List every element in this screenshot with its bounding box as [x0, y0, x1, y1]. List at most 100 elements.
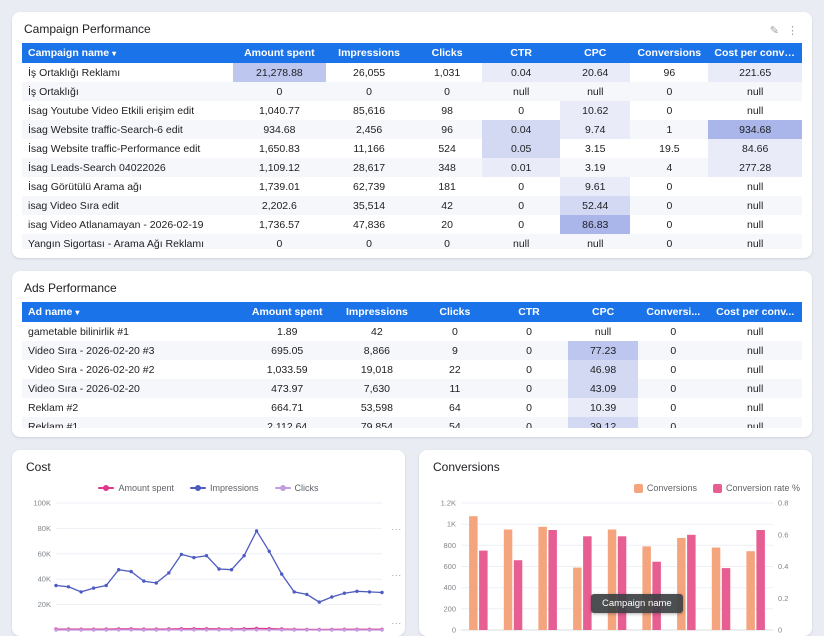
- ads-panel-title: Ads Performance: [24, 281, 117, 295]
- value-cell: 0: [366, 237, 372, 250]
- column-header[interactable]: Impressions: [326, 43, 412, 63]
- cost-line-chart[interactable]: 20K40K60K80K100KFeb 20Feb 24Feb 28Mar 4M…: [24, 497, 392, 636]
- value-cell: 0: [366, 85, 372, 98]
- value-cell: 79,854: [360, 420, 393, 429]
- value-cell: 0: [276, 237, 283, 250]
- value-cell: 0.04: [482, 63, 561, 82]
- legend-item[interactable]: Conversion rate %: [712, 483, 800, 493]
- legend-item[interactable]: Amount spent: [98, 483, 174, 493]
- column-header[interactable]: Amount spent: [240, 302, 334, 322]
- column-header[interactable]: CTR: [482, 43, 561, 63]
- more-options-icon[interactable]: ⋮: [787, 26, 798, 37]
- table-row[interactable]: Reklam #1 2,112.64 79,854 54 0 39.12 0 null: [22, 417, 802, 428]
- column-header[interactable]: CPC: [560, 43, 631, 63]
- column-header[interactable]: Cost per conv...: [708, 302, 802, 322]
- table-row[interactable]: İsag Youtube Video Etkili erişim edit 1,0…: [22, 101, 802, 120]
- table-row[interactable]: isag Video Atlanamayan - 2026-02-19 1,736…: [22, 215, 802, 234]
- column-header[interactable]: Cost per conver...: [708, 43, 802, 63]
- conversions-panel-title: Conversions: [433, 460, 500, 474]
- table-row[interactable]: gametable bilinirlik #1 1.89 42 0 0 null 0 null: [22, 322, 802, 341]
- value-cell: 2,456: [355, 123, 383, 136]
- value-cell: 28,617: [353, 161, 386, 174]
- value-cell: 0: [670, 325, 677, 338]
- conversions-chart-legend: Conversions Conversion rate %: [431, 481, 800, 495]
- value-cell: null: [747, 218, 764, 231]
- column-header[interactable]: Clicks: [419, 302, 490, 322]
- ads-table: Ad name ▾ Amount spent Impressions Clicks CTR…: [22, 302, 802, 428]
- value-cell: 277.28: [708, 158, 802, 177]
- value-cell: 4: [666, 161, 673, 174]
- value-cell: 9.74: [560, 120, 631, 139]
- column-header[interactable]: Clicks: [411, 43, 483, 63]
- table-row[interactable]: Video Sıra - 2026-02-20 #2 1,033.59 19,018…: [22, 360, 802, 379]
- column-header[interactable]: CPC: [567, 302, 639, 322]
- table-row[interactable]: İş Ortaklığı 0 0 0 null null 0 null: [22, 82, 802, 101]
- table-row[interactable]: İsag Leads-Search 04022026 1,109.12 28,617…: [22, 158, 802, 177]
- table-header-row: Ad name ▾ Amount spent Impressions Clicks CTR…: [22, 302, 802, 322]
- column-header[interactable]: Conversions: [630, 43, 709, 63]
- value-cell: 1,736.57: [258, 218, 300, 231]
- edit-icon[interactable]: ✎: [770, 26, 779, 37]
- table-row[interactable]: İsag Görütülü Arama ağı 1,739.01 62,739 181…: [22, 177, 802, 196]
- table-row[interactable]: İsag Website traffic-Search-6 edit 934.68…: [22, 120, 802, 139]
- value-cell: 3.15: [585, 142, 606, 155]
- table-row[interactable]: Video Sıra - 2026-02-20 #3 695.05 8,866 9 0 7…: [22, 341, 802, 360]
- row-name-cell: İsag Youtube Video Etkili erişim edit: [28, 104, 195, 117]
- table-row[interactable]: İş Ortaklığı Reklamı 21,278.88 26,055 1,031…: [22, 63, 802, 82]
- table-row[interactable]: İsag Website traffic-Performance edit 1,6…: [22, 139, 802, 158]
- campaign-table-scroll-area[interactable]: Campaign name ▾ Amount spent Impressions Cli…: [22, 43, 802, 249]
- value-cell: null: [587, 85, 604, 98]
- column-header[interactable]: Conversi...: [638, 302, 709, 322]
- value-cell: null: [747, 344, 764, 357]
- table-row[interactable]: isag Video Sıra edit 2,202.6 35,514 42 0 52.4…: [22, 196, 802, 215]
- legend-marker-icon: [190, 485, 207, 491]
- legend-item[interactable]: Clicks: [274, 483, 319, 493]
- ads-performance-panel: Ads Performance Ad name ▾ Amount spent Impr…: [12, 271, 812, 437]
- table-row[interactable]: Yangın Sigortası - Arama Ağı Reklamı 0 0 0 n…: [22, 234, 802, 249]
- value-cell: 0: [666, 180, 673, 193]
- value-cell: 20: [441, 218, 453, 231]
- svg-text:0.2: 0.2: [778, 594, 788, 603]
- table-row[interactable]: Video Sıra - 2026-02-20 473.97 7,630 11 0 43.…: [22, 379, 802, 398]
- svg-text:20K: 20K: [38, 600, 51, 609]
- conversions-bar-chart[interactable]: 02004006008001K1.2K00.20.40.60.8Mar 1, 2…: [431, 497, 799, 636]
- campaign-panel-title: Campaign Performance: [24, 22, 151, 36]
- value-cell: 1: [666, 123, 673, 136]
- table-row[interactable]: Reklam #2 664.71 53,598 64 0 10.39 0 null: [22, 398, 802, 417]
- value-cell: 98: [441, 104, 453, 117]
- value-cell: 3.19: [585, 161, 606, 174]
- column-header[interactable]: Amount spent: [232, 43, 327, 63]
- legend-item[interactable]: Conversions: [633, 483, 697, 493]
- value-cell: 695.05: [271, 344, 304, 357]
- value-cell: 0: [526, 401, 532, 414]
- charts-row: Cost Amount spent Impressions Clicks 20K 40…: [12, 450, 812, 636]
- legend-item[interactable]: Impressions: [190, 483, 259, 493]
- value-cell: 0: [444, 237, 450, 250]
- column-header[interactable]: CTR: [489, 302, 568, 322]
- row-name-cell: Reklam #1: [28, 420, 79, 429]
- value-cell: 47,836: [353, 218, 386, 231]
- sort-desc-icon[interactable]: ▾: [112, 49, 116, 58]
- column-header[interactable]: Campaign name ▾: [22, 43, 233, 63]
- sort-desc-icon[interactable]: ▾: [75, 308, 79, 317]
- value-cell: 9.61: [560, 177, 631, 196]
- value-cell: 42: [371, 325, 383, 338]
- value-cell: 0: [670, 420, 677, 429]
- legend-label: Amount spent: [118, 483, 175, 493]
- row-name-cell: isag Video Sıra edit: [28, 199, 119, 212]
- row-name-cell: Video Sıra - 2026-02-20 #3: [28, 344, 155, 357]
- svg-text:1K: 1K: [447, 520, 456, 529]
- value-cell: 52.44: [560, 196, 631, 215]
- value-cell: 473.97: [271, 382, 304, 395]
- ads-table-scroll-area[interactable]: Ad name ▾ Amount spent Impressions Clicks CTR…: [22, 302, 802, 428]
- column-header[interactable]: Ad name ▾: [22, 302, 241, 322]
- campaign-table: Campaign name ▾ Amount spent Impressions Cli…: [22, 43, 802, 249]
- legend-marker-icon: [98, 485, 115, 491]
- table-header-row: Campaign name ▾ Amount spent Impressions Cli…: [22, 43, 802, 63]
- svg-text:60K: 60K: [38, 549, 51, 558]
- column-header[interactable]: Impressions: [334, 302, 420, 322]
- value-cell: null: [747, 420, 764, 429]
- dashboard: Campaign Performance ✎ ⋮ Campaign name ▾ A…: [0, 0, 824, 636]
- value-cell: 0: [518, 218, 525, 231]
- value-cell: 1,040.77: [258, 104, 300, 117]
